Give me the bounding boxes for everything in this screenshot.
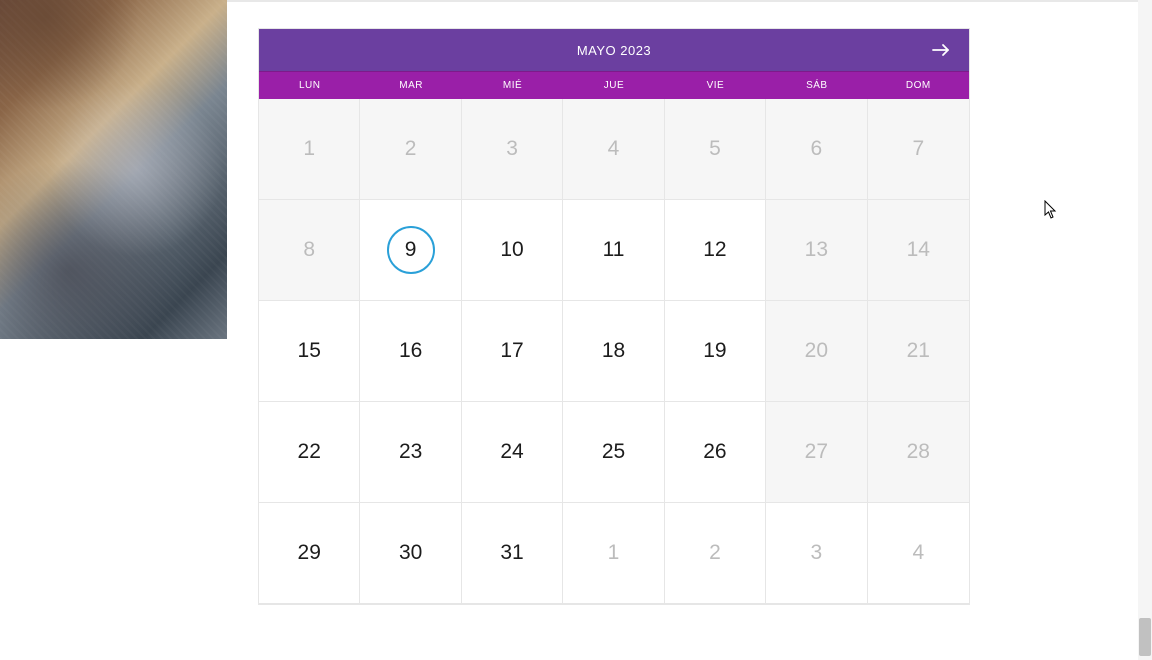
calendar-header: MAYO 2023: [259, 29, 969, 71]
calendar-day: 13: [766, 200, 867, 301]
calendar-day[interactable]: 23: [360, 402, 461, 503]
weekday-label: MAR: [360, 72, 461, 99]
cursor-icon: [1044, 200, 1060, 220]
arrow-right-icon: [931, 42, 951, 58]
calendar-day: 2: [360, 99, 461, 200]
calendar-day: 27: [766, 402, 867, 503]
calendar-day[interactable]: 31: [462, 503, 563, 604]
calendar-day[interactable]: 19: [665, 301, 766, 402]
calendar-day: 28: [868, 402, 969, 503]
calendar-day[interactable]: 17: [462, 301, 563, 402]
calendar-title: MAYO 2023: [577, 43, 651, 58]
calendar-day[interactable]: 10: [462, 200, 563, 301]
calendar-day: 2: [665, 503, 766, 604]
calendar-day: 3: [766, 503, 867, 604]
calendar-day: 4: [563, 99, 664, 200]
calendar-day[interactable]: 16: [360, 301, 461, 402]
scrollbar-track[interactable]: [1138, 0, 1152, 660]
weekday-label: SÁB: [766, 72, 867, 99]
calendar-day: 1: [563, 503, 664, 604]
next-month-button[interactable]: [931, 42, 951, 58]
weekday-label: MIÉ: [462, 72, 563, 99]
weekday-label: JUE: [563, 72, 664, 99]
weekday-label: LUN: [259, 72, 360, 99]
calendar-day: 20: [766, 301, 867, 402]
calendar-day[interactable]: 22: [259, 402, 360, 503]
calendar-day[interactable]: 12: [665, 200, 766, 301]
calendar-grid: 1234567891011121314151617181920212223242…: [259, 99, 969, 604]
today-indicator[interactable]: 9: [387, 226, 435, 274]
calendar-day[interactable]: 30: [360, 503, 461, 604]
calendar-day[interactable]: 15: [259, 301, 360, 402]
scrollbar-thumb[interactable]: [1139, 618, 1151, 656]
calendar-day[interactable]: 29: [259, 503, 360, 604]
calendar-day: 21: [868, 301, 969, 402]
calendar-day: 3: [462, 99, 563, 200]
calendar-widget: MAYO 2023 LUN MAR MIÉ JUE VIE SÁB DOM 12…: [258, 28, 970, 605]
calendar-day: 4: [868, 503, 969, 604]
calendar-day[interactable]: 18: [563, 301, 664, 402]
weekday-label: VIE: [665, 72, 766, 99]
calendar-day: 7: [868, 99, 969, 200]
calendar-day: 1: [259, 99, 360, 200]
calendar-day: 5: [665, 99, 766, 200]
calendar-day[interactable]: 11: [563, 200, 664, 301]
calendar-day: 6: [766, 99, 867, 200]
weekday-label: DOM: [868, 72, 969, 99]
calendar-day: 8: [259, 200, 360, 301]
calendar-day[interactable]: 25: [563, 402, 664, 503]
calendar-day: 14: [868, 200, 969, 301]
calendar-weekday-row: LUN MAR MIÉ JUE VIE SÁB DOM: [259, 71, 969, 99]
calendar-day[interactable]: 9: [360, 200, 461, 301]
sidebar-image: [0, 0, 227, 339]
calendar-day[interactable]: 26: [665, 402, 766, 503]
calendar-day[interactable]: 24: [462, 402, 563, 503]
